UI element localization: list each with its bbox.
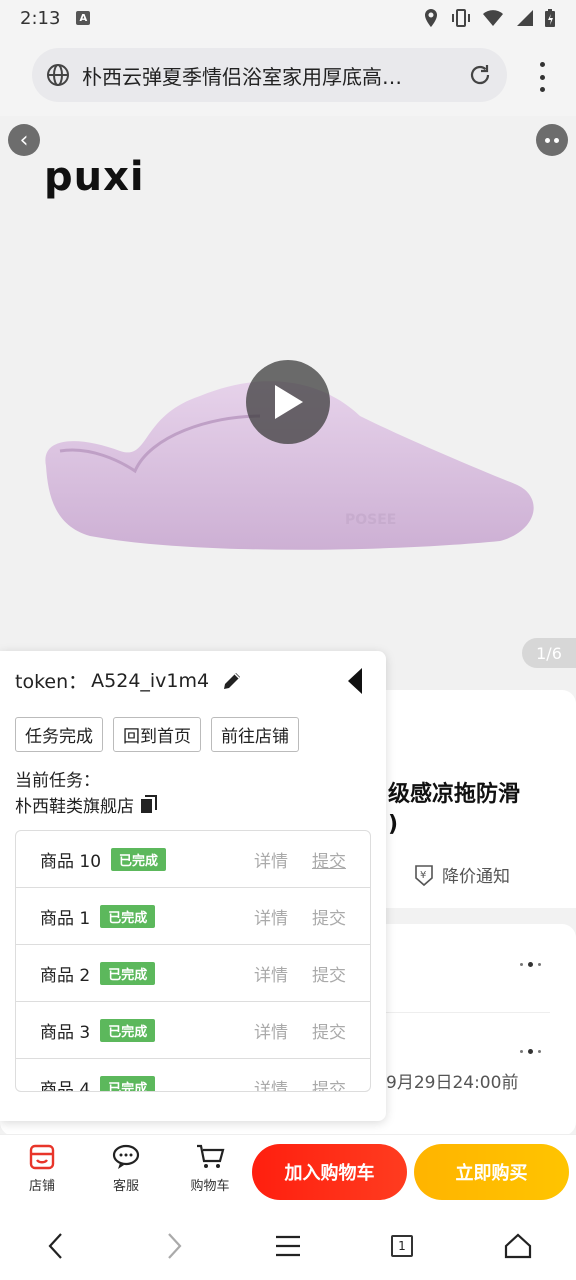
task-list: 商品 10 已完成 详情 提交 商品 1 已完成 详情 提交 商品 2 已完成 …: [15, 830, 371, 1092]
product-title-line2: ): [388, 812, 399, 837]
product-title: 级感凉拖防滑 ): [388, 780, 520, 840]
cart-icon: [197, 1144, 225, 1168]
submit-link[interactable]: 提交: [312, 961, 346, 986]
product-gallery[interactable]: ‹ puxi POSEE 1/6: [0, 116, 576, 690]
price-tag-icon: ¥: [415, 864, 433, 886]
action-bar: 店铺 客服 购物车 加入购物车 立即购买: [0, 1134, 576, 1210]
signal-icon: [517, 10, 533, 26]
current-task: 朴西鞋类旗舰店: [15, 792, 158, 817]
current-task-label: 当前任务：: [15, 771, 100, 791]
go-to-store-button[interactable]: 前往店铺: [211, 717, 299, 752]
submit-link[interactable]: 提交: [312, 1075, 346, 1092]
vibrate-icon: [452, 9, 470, 27]
chat-icon: [112, 1144, 140, 1169]
table-row: 商品 10 已完成 详情 提交: [16, 831, 370, 888]
reload-icon[interactable]: [467, 62, 493, 88]
play-icon: [275, 385, 303, 419]
more-dots-icon[interactable]: [520, 962, 541, 967]
table-row: 商品 4 已完成 详情 提交: [16, 1059, 370, 1092]
product-title-line1: 级感凉拖防滑: [388, 782, 521, 807]
globe-icon: [47, 64, 69, 86]
detail-link[interactable]: 详情: [254, 961, 288, 986]
url-text[interactable]: 朴西云弹夏季情侣浴室家用厚底高…: [82, 61, 467, 90]
cart-label: 购物车: [190, 1179, 230, 1194]
home-icon[interactable]: [500, 1228, 536, 1264]
panel-buttons: 任务完成 回到首页 前往店铺: [15, 717, 299, 752]
back-nav-icon[interactable]: [38, 1228, 74, 1264]
divider: [386, 1012, 550, 1013]
current-task-value: 朴西鞋类旗舰店: [15, 797, 134, 817]
status-bar: 2:13 A: [0, 0, 576, 36]
tab-count: 1: [391, 1235, 413, 1257]
token-value: A524_iv1m4: [91, 669, 210, 692]
play-video-button[interactable]: [246, 360, 330, 444]
status-badge: 已完成: [100, 1075, 156, 1091]
status-badge: 已完成: [100, 961, 156, 985]
submit-link[interactable]: 提交: [312, 904, 346, 929]
submit-link[interactable]: 提交: [312, 847, 346, 872]
browser-toolbar: 朴西云弹夏季情侣浴室家用厚底高…: [0, 36, 576, 116]
detail-link[interactable]: 详情: [254, 847, 288, 872]
buy-now-button[interactable]: 立即购买: [414, 1144, 569, 1200]
hamburger-menu-icon[interactable]: [270, 1228, 306, 1264]
service-label: 客服: [112, 1179, 139, 1194]
token-label: token：: [15, 671, 88, 693]
task-complete-button[interactable]: 任务完成: [15, 717, 103, 752]
submit-link[interactable]: 提交: [312, 1018, 346, 1043]
svg-text:POSEE: POSEE: [345, 512, 396, 528]
more-dots-icon[interactable]: [520, 1049, 541, 1054]
price-notice-button[interactable]: ¥ 降价通知: [412, 862, 510, 887]
detail-link[interactable]: 详情: [254, 1075, 288, 1092]
status-time: 2:13: [20, 7, 61, 29]
status-badge: 已完成: [100, 904, 156, 928]
customer-service-button[interactable]: 客服: [96, 1143, 156, 1194]
image-counter: 1/6: [522, 638, 576, 668]
back-home-button[interactable]: 回到首页: [113, 717, 201, 752]
location-icon: [425, 9, 437, 27]
edit-icon[interactable]: [221, 670, 243, 692]
wifi-icon: [483, 10, 503, 26]
store-label: 店铺: [28, 1179, 55, 1194]
item-name: 商品 4: [40, 1079, 91, 1092]
item-name: 商品 1: [40, 908, 91, 929]
store-button[interactable]: 店铺: [12, 1143, 72, 1194]
delivery-deadline: 9月29日24:00前: [386, 1073, 519, 1093]
item-name: 商品 2: [40, 965, 91, 986]
add-to-cart-button[interactable]: 加入购物车: [252, 1144, 407, 1200]
item-name: 商品 3: [40, 1022, 91, 1043]
collapse-panel-icon[interactable]: [346, 667, 364, 695]
address-bar[interactable]: 朴西云弹夏季情侣浴室家用厚底高…: [32, 48, 507, 102]
status-badge: 已完成: [111, 847, 167, 871]
menu-icon[interactable]: [538, 62, 546, 92]
table-row: 商品 3 已完成 详情 提交: [16, 1002, 370, 1059]
table-row: 商品 1 已完成 详情 提交: [16, 888, 370, 945]
status-icons: [422, 8, 556, 28]
notification-icon: A: [76, 11, 91, 25]
store-icon: [29, 1144, 55, 1170]
cart-button[interactable]: 购物车: [180, 1143, 240, 1194]
price-notice-label: 降价通知: [442, 867, 510, 887]
battery-icon: [545, 9, 555, 27]
table-row: 商品 2 已完成 详情 提交: [16, 945, 370, 1002]
detail-link[interactable]: 详情: [254, 1018, 288, 1043]
browser-nav-bar: 1: [0, 1210, 576, 1280]
forward-nav-icon[interactable]: [156, 1228, 192, 1264]
item-name: 商品 10: [40, 851, 102, 872]
token-row: token： A524_iv1m4: [15, 667, 243, 694]
copy-icon[interactable]: [140, 794, 158, 815]
tabs-button[interactable]: 1: [384, 1228, 420, 1264]
detail-link[interactable]: 详情: [254, 904, 288, 929]
task-panel: token： A524_iv1m4 任务完成 回到首页 前往店铺 当前任务： 朴…: [0, 651, 386, 1121]
svg-text:¥: ¥: [420, 870, 426, 881]
status-badge: 已完成: [100, 1018, 156, 1042]
